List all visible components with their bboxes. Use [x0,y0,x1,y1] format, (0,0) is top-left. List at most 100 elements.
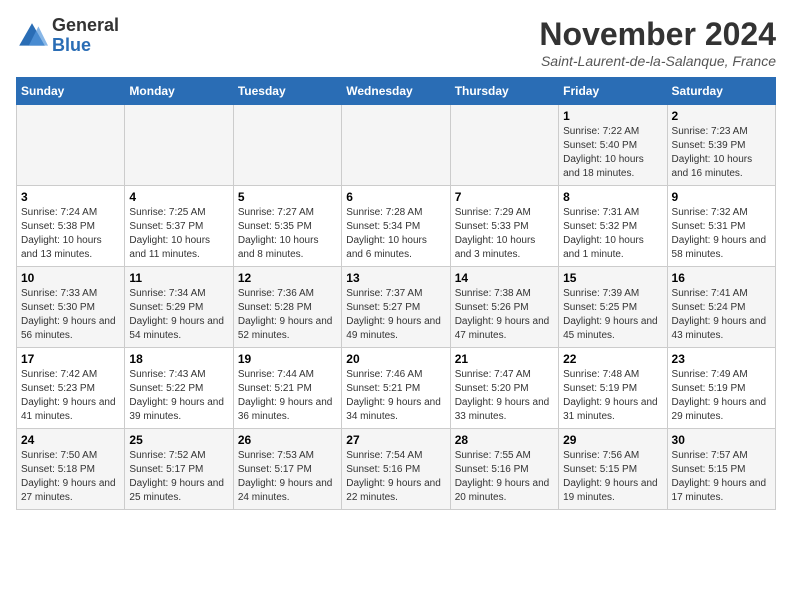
weekday-header-friday: Friday [559,78,667,105]
weekday-header-wednesday: Wednesday [342,78,450,105]
day-number: 11 [129,271,228,285]
calendar-cell: 11 Sunrise: 7:34 AM Sunset: 5:29 PM Dayli… [125,267,233,348]
calendar-header: SundayMondayTuesdayWednesdayThursdayFrid… [17,78,776,105]
day-number: 30 [672,433,771,447]
day-number: 12 [238,271,337,285]
day-number: 8 [563,190,662,204]
calendar-cell: 5 Sunrise: 7:27 AM Sunset: 5:35 PM Daylig… [233,186,341,267]
day-info: Sunrise: 7:42 AM Sunset: 5:23 PM Dayligh… [21,368,120,424]
calendar-cell: 3 Sunrise: 7:24 AM Sunset: 5:38 PM Daylig… [17,186,125,267]
calendar-cell: 28Sunrise: 7:55 AM Sunset: 5:16 PM Dayli… [450,429,558,510]
calendar-cell: 12 Sunrise: 7:36 AM Sunset: 5:28 PM Dayli… [233,267,341,348]
day-info: Sunrise: 7:47 AM Sunset: 5:20 PM Dayligh… [455,368,554,424]
calendar-body: 1 Sunrise: 7:22 AM Sunset: 5:40 PM Daylig… [17,105,776,510]
day-info: Sunrise: 7:29 AM Sunset: 5:33 PM Dayligh… [455,206,554,262]
day-info: Sunrise: 7:28 AM Sunset: 5:34 PM Dayligh… [346,206,445,262]
calendar-cell: 26Sunrise: 7:53 AM Sunset: 5:17 PM Dayli… [233,429,341,510]
calendar-cell: 7 Sunrise: 7:29 AM Sunset: 5:33 PM Daylig… [450,186,558,267]
day-number: 7 [455,190,554,204]
day-number: 29 [563,433,662,447]
day-info: Sunrise: 7:36 AM Sunset: 5:28 PM Dayligh… [238,287,337,343]
calendar-cell [125,105,233,186]
day-info: Sunrise: 7:56 AM Sunset: 5:15 PM Dayligh… [563,449,662,505]
calendar-cell: 30 Sunrise: 7:57 AM Sunset: 5:15 PM Dayli… [667,429,775,510]
location: Saint-Laurent-de-la-Salanque, France [539,53,776,69]
day-number: 5 [238,190,337,204]
calendar-cell: 16 Sunrise: 7:41 AM Sunset: 5:24 PM Dayli… [667,267,775,348]
page-header: General Blue November 2024 Saint-Laurent… [16,16,776,69]
calendar-cell: 23 Sunrise: 7:49 AM Sunset: 5:19 PM Dayli… [667,348,775,429]
calendar-cell: 1 Sunrise: 7:22 AM Sunset: 5:40 PM Daylig… [559,105,667,186]
calendar-cell: 18Sunrise: 7:43 AM Sunset: 5:22 PM Dayli… [125,348,233,429]
day-number: 17 [21,352,120,366]
day-info: Sunrise: 7:34 AM Sunset: 5:29 PM Dayligh… [129,287,228,343]
day-number: 27 [346,433,445,447]
weekday-header-saturday: Saturday [667,78,775,105]
calendar-cell: 2 Sunrise: 7:23 AM Sunset: 5:39 PM Daylig… [667,105,775,186]
day-number: 3 [21,190,120,204]
calendar-table: SundayMondayTuesdayWednesdayThursdayFrid… [16,77,776,510]
calendar-cell: 29 Sunrise: 7:56 AM Sunset: 5:15 PM Dayli… [559,429,667,510]
day-number: 15 [563,271,662,285]
day-info: Sunrise: 7:46 AM Sunset: 5:21 PM Dayligh… [346,368,445,424]
day-info: Sunrise: 7:41 AM Sunset: 5:24 PM Dayligh… [672,287,771,343]
day-number: 9 [672,190,771,204]
calendar-cell: 14 Sunrise: 7:38 AM Sunset: 5:26 PM Dayli… [450,267,558,348]
day-number: 14 [455,271,554,285]
calendar-cell: 24Sunrise: 7:50 AM Sunset: 5:18 PM Dayli… [17,429,125,510]
day-info: Sunrise: 7:33 AM Sunset: 5:30 PM Dayligh… [21,287,120,343]
calendar-cell [17,105,125,186]
day-number: 6 [346,190,445,204]
day-number: 21 [455,352,554,366]
calendar-cell: 10 Sunrise: 7:33 AM Sunset: 5:30 PM Dayli… [17,267,125,348]
day-info: Sunrise: 7:48 AM Sunset: 5:19 PM Dayligh… [563,368,662,424]
day-info: Sunrise: 7:44 AM Sunset: 5:21 PM Dayligh… [238,368,337,424]
title-area: November 2024 Saint-Laurent-de-la-Salanq… [539,16,776,69]
calendar-week-5: 24Sunrise: 7:50 AM Sunset: 5:18 PM Dayli… [17,429,776,510]
day-number: 2 [672,109,771,123]
weekday-header-monday: Monday [125,78,233,105]
day-number: 28 [455,433,554,447]
weekday-header-sunday: Sunday [17,78,125,105]
calendar-cell: 6 Sunrise: 7:28 AM Sunset: 5:34 PM Daylig… [342,186,450,267]
day-info: Sunrise: 7:57 AM Sunset: 5:15 PM Dayligh… [672,449,771,505]
logo-icon [16,20,48,52]
day-number: 16 [672,271,771,285]
day-info: Sunrise: 7:39 AM Sunset: 5:25 PM Dayligh… [563,287,662,343]
calendar-cell: 8 Sunrise: 7:31 AM Sunset: 5:32 PM Daylig… [559,186,667,267]
calendar-cell: 25Sunrise: 7:52 AM Sunset: 5:17 PM Dayli… [125,429,233,510]
weekday-header-tuesday: Tuesday [233,78,341,105]
calendar-week-4: 17 Sunrise: 7:42 AM Sunset: 5:23 PM Dayli… [17,348,776,429]
day-number: 23 [672,352,771,366]
day-info: Sunrise: 7:31 AM Sunset: 5:32 PM Dayligh… [563,206,662,262]
calendar-cell [342,105,450,186]
day-info: Sunrise: 7:27 AM Sunset: 5:35 PM Dayligh… [238,206,337,262]
day-info: Sunrise: 7:22 AM Sunset: 5:40 PM Dayligh… [563,125,662,181]
day-info: Sunrise: 7:38 AM Sunset: 5:26 PM Dayligh… [455,287,554,343]
calendar-cell: 9Sunrise: 7:32 AM Sunset: 5:31 PM Daylig… [667,186,775,267]
day-info: Sunrise: 7:54 AM Sunset: 5:16 PM Dayligh… [346,449,445,505]
day-info: Sunrise: 7:43 AM Sunset: 5:22 PM Dayligh… [129,368,228,424]
calendar-cell [450,105,558,186]
day-number: 19 [238,352,337,366]
day-info: Sunrise: 7:49 AM Sunset: 5:19 PM Dayligh… [672,368,771,424]
calendar-cell: 27 Sunrise: 7:54 AM Sunset: 5:16 PM Dayli… [342,429,450,510]
day-info: Sunrise: 7:25 AM Sunset: 5:37 PM Dayligh… [129,206,228,262]
day-info: Sunrise: 7:37 AM Sunset: 5:27 PM Dayligh… [346,287,445,343]
day-number: 4 [129,190,228,204]
day-info: Sunrise: 7:24 AM Sunset: 5:38 PM Dayligh… [21,206,120,262]
calendar-week-1: 1 Sunrise: 7:22 AM Sunset: 5:40 PM Daylig… [17,105,776,186]
day-number: 22 [563,352,662,366]
day-info: Sunrise: 7:23 AM Sunset: 5:39 PM Dayligh… [672,125,771,181]
calendar-cell: 22 Sunrise: 7:48 AM Sunset: 5:19 PM Dayli… [559,348,667,429]
calendar-cell: 4 Sunrise: 7:25 AM Sunset: 5:37 PM Daylig… [125,186,233,267]
logo-text: General Blue [52,16,119,56]
day-number: 1 [563,109,662,123]
month-title: November 2024 [539,16,776,53]
calendar-cell: 20Sunrise: 7:46 AM Sunset: 5:21 PM Dayli… [342,348,450,429]
calendar-cell: 17 Sunrise: 7:42 AM Sunset: 5:23 PM Dayli… [17,348,125,429]
day-number: 10 [21,271,120,285]
day-number: 24 [21,433,120,447]
day-info: Sunrise: 7:52 AM Sunset: 5:17 PM Dayligh… [129,449,228,505]
day-number: 13 [346,271,445,285]
